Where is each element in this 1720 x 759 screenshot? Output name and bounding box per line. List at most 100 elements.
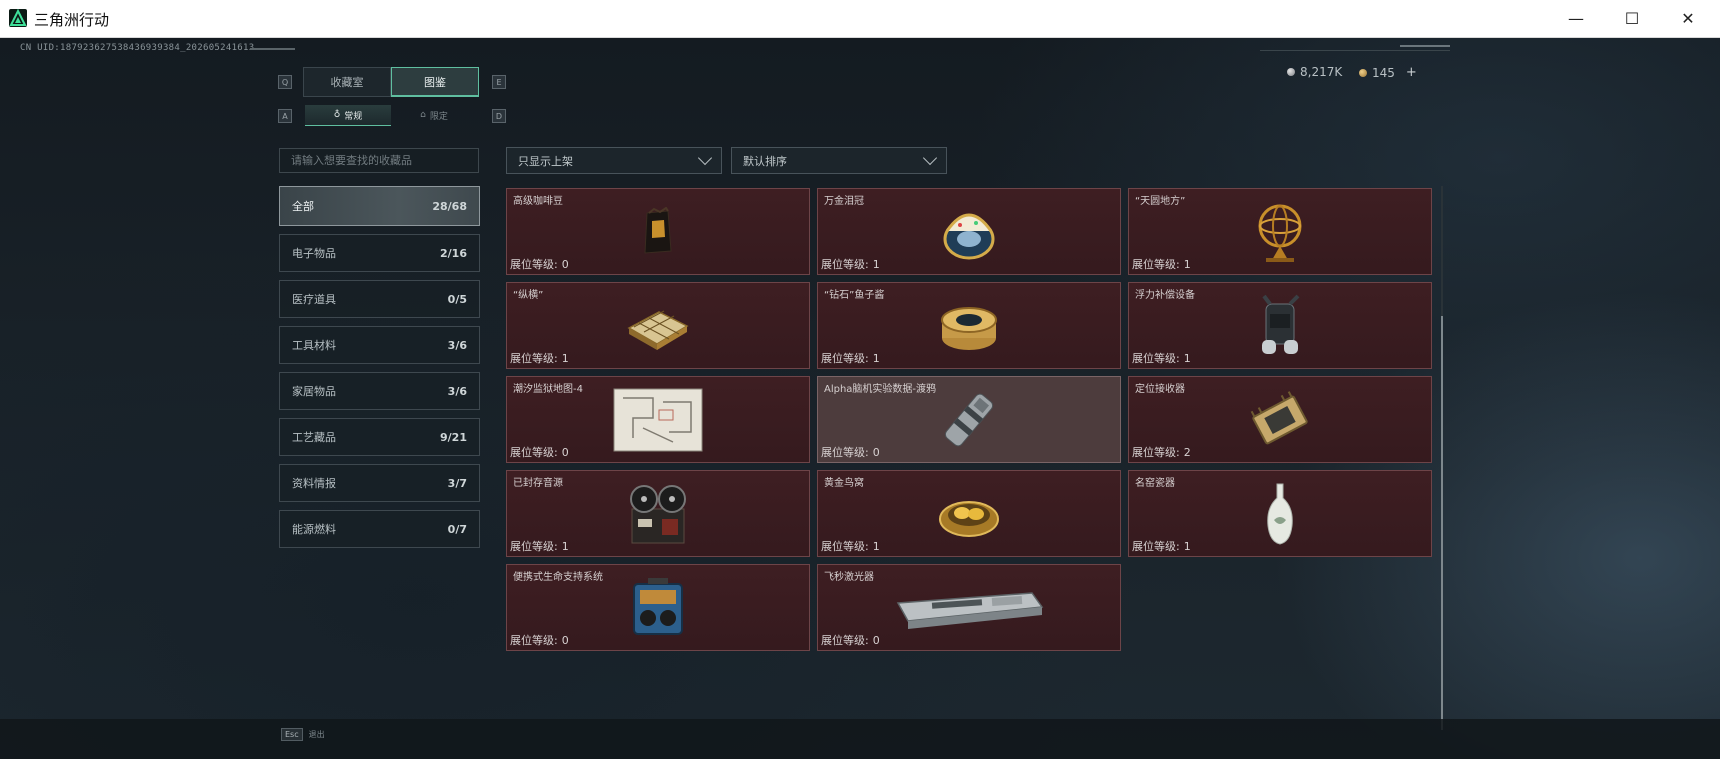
level-value: 1	[872, 540, 880, 553]
life-support-icon	[507, 577, 809, 638]
category-label: 医疗道具	[292, 293, 336, 306]
subtab-regular[interactable]: ♁ 常规	[305, 105, 391, 126]
level-value: 1	[1183, 540, 1191, 553]
minimize-button[interactable]: —	[1548, 0, 1604, 37]
level-value: 1	[1183, 258, 1191, 271]
grid-scrollbar[interactable]	[1441, 186, 1443, 730]
key-a-hint: A	[278, 109, 292, 123]
item-card-prison-map[interactable]: 潮汐监狱地图-4 展位等级: 0	[506, 376, 810, 463]
level-label: 展位等级:	[510, 634, 558, 647]
category-count: 3/7	[447, 476, 467, 490]
tab-catalog[interactable]: 图鉴	[391, 67, 479, 97]
search-input[interactable]	[289, 153, 469, 168]
item-level: 展位等级: 1	[1132, 538, 1191, 554]
item-card-life-support[interactable]: 便携式生命支持系统 展位等级: 0	[506, 564, 810, 651]
maximize-button[interactable]: ☐	[1604, 0, 1660, 37]
category-household[interactable]: 家居物品 3/6	[279, 372, 480, 410]
item-level: 展位等级: 0	[510, 444, 569, 460]
key-q-hint: Q	[278, 75, 292, 89]
item-level: 展位等级: 0	[510, 256, 569, 272]
category-label: 能源燃料	[292, 523, 336, 536]
sort-dropdown[interactable]: 默认排序	[731, 147, 947, 174]
level-label: 展位等级:	[821, 352, 869, 365]
uid-text: CN UID:187923627538436939384_20260524161…	[20, 43, 255, 53]
level-label: 展位等级:	[1132, 540, 1180, 553]
level-label: 展位等级:	[510, 446, 558, 459]
sub-tabs: ♁ 常规 ⌂ 限定	[305, 105, 477, 126]
category-intel[interactable]: 资料情报 3/7	[279, 464, 480, 502]
add-currency-button[interactable]: +	[1406, 65, 1417, 80]
level-label: 展位等级:	[510, 352, 558, 365]
item-card-jeweled-egg[interactable]: 万金泪冠 展位等级: 1	[817, 188, 1121, 275]
golden-nest-icon	[818, 483, 1120, 544]
top-divider-accent	[1400, 45, 1450, 47]
level-value: 1	[561, 540, 569, 553]
item-card-receiver[interactable]: 定位接收器 展位等级: 2	[1128, 376, 1432, 463]
category-crafts[interactable]: 工艺藏品 9/21	[279, 418, 480, 456]
item-card-femto-laser[interactable]: 飞秒激光器 展位等级: 0	[817, 564, 1121, 651]
receiver-module-icon	[1129, 389, 1431, 450]
chevron-down-icon	[697, 150, 713, 166]
category-label: 电子物品	[292, 247, 336, 260]
search-box	[279, 148, 479, 173]
sort-value: 默认排序	[743, 154, 787, 168]
main-tabs: 收藏室 图鉴	[303, 67, 479, 97]
close-button[interactable]: ✕	[1660, 0, 1716, 37]
level-value: 2	[1183, 446, 1191, 459]
category-list: 全部 28/68 电子物品 2/16 医疗道具 0/5 工具材料 3/6 家居物品 3/6…	[279, 186, 480, 556]
item-card-alpha-data[interactable]: Alpha脑机实验数据-渡鸦 展位等级: 0	[817, 376, 1121, 463]
item-level: 展位等级: 0	[510, 632, 569, 648]
jeweled-egg-icon	[818, 201, 1120, 262]
porcelain-vase-icon	[1129, 483, 1431, 545]
category-electronics[interactable]: 电子物品 2/16	[279, 234, 480, 272]
level-label: 展位等级:	[821, 634, 869, 647]
subtab-limited[interactable]: ⌂ 限定	[391, 105, 477, 125]
bcd-vest-icon	[1129, 294, 1431, 356]
item-card-bcd[interactable]: 浮力补偿设备 展位等级: 1	[1128, 282, 1432, 369]
level-label: 展位等级:	[821, 446, 869, 459]
item-card-chess-set[interactable]: “纵横” 展位等级: 1	[506, 282, 810, 369]
item-card-armillary[interactable]: “天圆地方” 展位等级: 1	[1128, 188, 1432, 275]
item-card-coffee-beans[interactable]: 高级咖啡豆 展位等级: 0	[506, 188, 810, 275]
category-label: 全部	[292, 200, 314, 213]
item-card-golden-nest[interactable]: 黄金鸟窝 展位等级: 1	[817, 470, 1121, 557]
chess-set-icon	[507, 295, 809, 356]
category-label: 资料情报	[292, 477, 336, 490]
category-medical[interactable]: 医疗道具 0/5	[279, 280, 480, 318]
item-level: 展位等级: 1	[821, 256, 880, 272]
gold-coin-icon	[1359, 68, 1367, 77]
category-count: 3/6	[447, 384, 467, 398]
item-card-porcelain[interactable]: 名窑瓷器 展位等级: 1	[1128, 470, 1432, 557]
silver-coin-icon	[1287, 68, 1295, 76]
scrollbar-thumb[interactable]	[1441, 316, 1443, 730]
item-card-caviar[interactable]: “钻石”鱼子酱 展位等级: 1	[817, 282, 1121, 369]
top-divider	[1260, 50, 1450, 51]
display-filter-dropdown[interactable]: 只显示上架	[506, 147, 722, 174]
category-count: 2/16	[440, 246, 467, 260]
level-value: 0	[872, 446, 880, 459]
category-energy[interactable]: 能源燃料 0/7	[279, 510, 480, 548]
tab-collection-room[interactable]: 收藏室	[303, 67, 391, 97]
esc-exit-button[interactable]: Esc 退出	[281, 728, 325, 741]
category-count: 28/68	[432, 199, 467, 213]
category-tools[interactable]: 工具材料 3/6	[279, 326, 480, 364]
category-all[interactable]: 全部 28/68	[279, 186, 480, 226]
item-level: 展位等级: 0	[821, 632, 880, 648]
armillary-sphere-icon	[1129, 201, 1431, 262]
game-viewport: CN UID:187923627538436939384_20260524161…	[0, 38, 1720, 759]
level-value: 0	[561, 446, 569, 459]
item-card-reel-recorder[interactable]: 已封存音源 展位等级: 1	[506, 470, 810, 557]
app-logo-icon	[9, 9, 27, 27]
category-count: 3/6	[447, 338, 467, 352]
level-label: 展位等级:	[821, 258, 869, 271]
silver-amount: 8,217K	[1300, 65, 1343, 79]
subtab-limited-label: 限定	[429, 111, 448, 122]
level-value: 0	[872, 634, 880, 647]
level-value: 1	[872, 258, 880, 271]
level-value: 1	[561, 352, 569, 365]
display-filter-value: 只显示上架	[518, 154, 573, 168]
laser-device-icon	[818, 577, 1120, 638]
item-level: 展位等级: 1	[821, 538, 880, 554]
uid-divider	[250, 48, 295, 50]
level-label: 展位等级:	[821, 540, 869, 553]
